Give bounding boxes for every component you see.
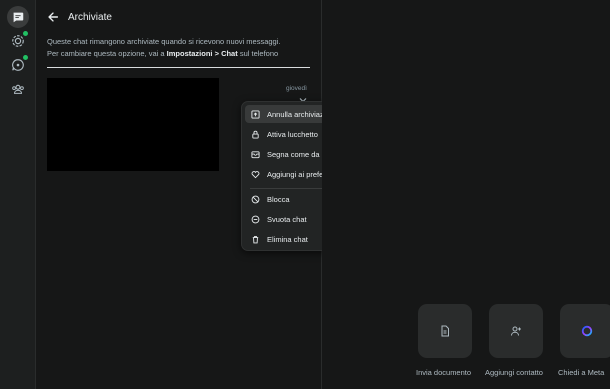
info-line-1: Queste chat rimangono archiviate quando … [47, 37, 281, 46]
mark-unread-icon [251, 150, 260, 158]
info-line-2: Per cambiare questa opzione, vai a Impos… [47, 48, 315, 60]
page-title: Archiviate [68, 12, 112, 23]
document-icon [441, 325, 449, 337]
unarchive-icon [251, 109, 260, 119]
status-nav-button[interactable] [7, 30, 29, 52]
menu-item-label: Blocca [267, 194, 290, 204]
chat-timestamp: giovedì [286, 85, 307, 92]
menu-item-label: Elimina chat [267, 234, 308, 244]
menu-item-label: Svuota chat [267, 214, 307, 224]
send-document-label: Invia documento [416, 368, 472, 377]
send-document-button[interactable] [418, 304, 472, 358]
back-arrow-icon[interactable] [46, 10, 60, 24]
add-contact-label: Aggiungi contatto [485, 368, 543, 377]
clear-chat-icon [251, 215, 260, 223]
communities-icon [12, 84, 24, 94]
chats-icon [13, 12, 24, 23]
communities-nav-button[interactable] [7, 78, 29, 100]
add-contact-icon [511, 326, 521, 336]
menu-item-label: Attiva lucchetto [267, 129, 318, 139]
archived-chat-row[interactable] [47, 78, 219, 171]
info-suffix: sul telefono [237, 49, 279, 58]
ask-meta-label: Chiedi a Meta [558, 368, 605, 377]
ask-meta-button[interactable] [560, 304, 610, 358]
heart-icon [251, 170, 260, 178]
info-chat-link: Chat [221, 49, 238, 58]
trash-icon [252, 235, 259, 243]
status-icon [12, 35, 24, 47]
channels-unread-dot [23, 55, 28, 60]
info-settings-link: Impostazioni [166, 49, 213, 58]
info-prefix: Per cambiare questa opzione, vai a [47, 49, 167, 58]
info-separator: > [212, 49, 222, 58]
divider [47, 67, 310, 68]
block-icon [251, 195, 260, 203]
lock-icon [252, 130, 259, 139]
nav-rail [0, 0, 36, 389]
status-unread-dot [23, 31, 28, 36]
add-contact-button[interactable] [489, 304, 543, 358]
channels-icon [12, 59, 24, 71]
meta-ai-icon [581, 325, 593, 337]
archive-info-text: Queste chat rimangono archiviate quando … [47, 36, 315, 60]
chats-nav-button[interactable] [7, 6, 29, 28]
channels-nav-button[interactable] [7, 54, 29, 76]
